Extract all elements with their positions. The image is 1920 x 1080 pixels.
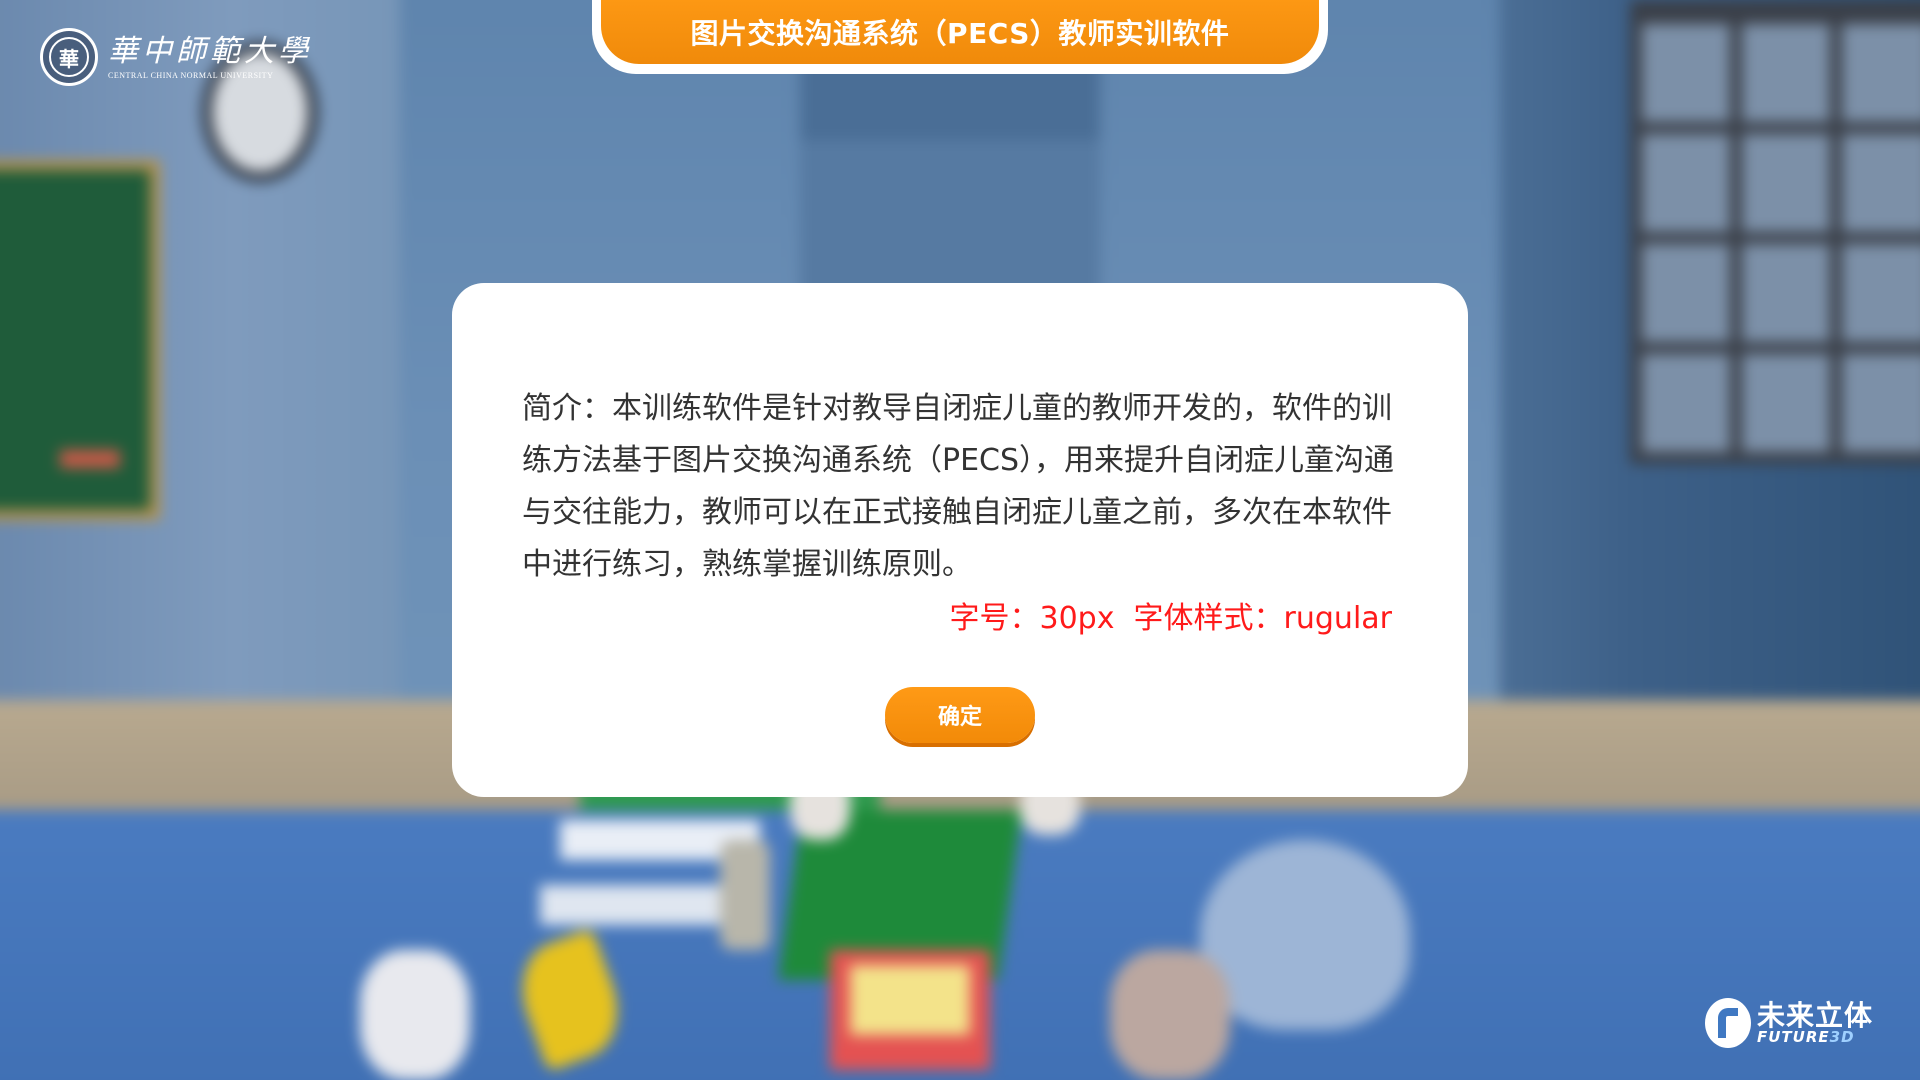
brand-en-main: FUTURE	[1757, 1027, 1830, 1046]
right-hand	[1110, 950, 1230, 1080]
app-title: 图片交换沟通系统（PECS）教师实训软件	[690, 17, 1230, 50]
title-banner: 图片交换沟通系统（PECS）教师实训软件	[592, 0, 1328, 74]
intro-text: 简介：本训练软件是针对教导自闭症儿童的教师开发的，软件的训练方法基于图片交换沟通…	[522, 391, 1395, 582]
confirm-button[interactable]: 确定	[885, 687, 1035, 743]
university-name-cn: 華中師範大學	[108, 33, 312, 69]
university-logo: 華 華中師範大學 CENTRAL CHINA NORMAL UNIVERSITY	[40, 28, 312, 86]
brand-name-en: FUTURE3D	[1757, 1027, 1873, 1046]
brand-name-cn: 未来立体	[1757, 998, 1874, 1032]
cap	[1200, 840, 1410, 1030]
intro-dialog: 简介：本训练软件是针对教导自闭症儿童的教师开发的，软件的训练方法基于图片交换沟通…	[452, 283, 1468, 797]
window	[1630, 0, 1920, 464]
left-hand	[360, 950, 470, 1080]
future3d-mark-icon	[1705, 998, 1751, 1048]
future3d-logo: 未来立体 FUTURE3D	[1705, 998, 1873, 1048]
brand-en-suffix: 3D	[1829, 1027, 1855, 1046]
university-name-en: CENTRAL CHINA NORMAL UNIVERSITY	[108, 70, 274, 80]
cup	[720, 840, 770, 950]
university-seal-icon: 華	[40, 28, 98, 86]
font-style-note: 字号：30px 字体样式：rugular	[949, 601, 1393, 636]
